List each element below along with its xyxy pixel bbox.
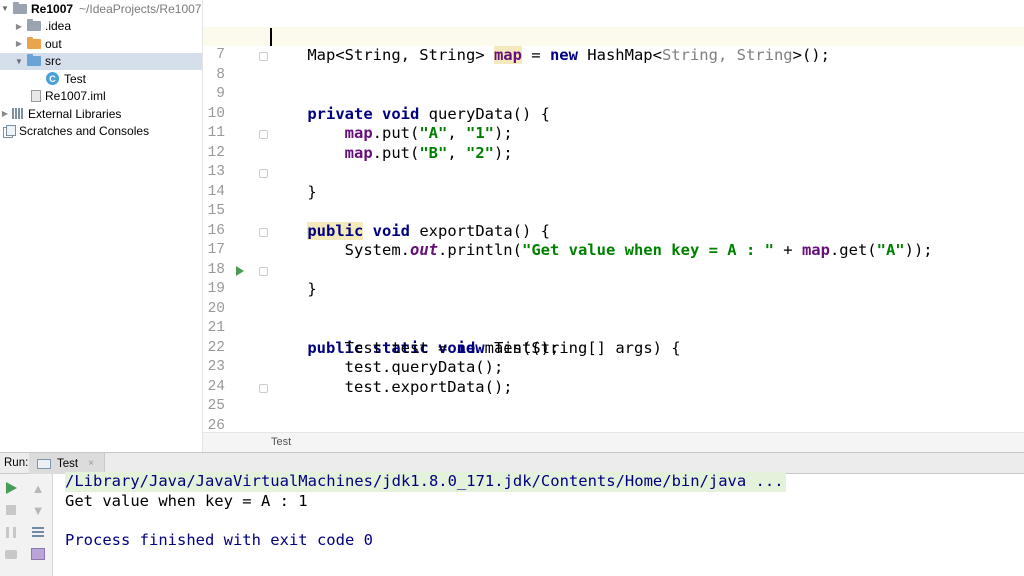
code-line[interactable]: 16 System.out.println("Get value when ke…	[203, 202, 1024, 260]
soft-wrap-button[interactable]	[29, 523, 47, 541]
code-line[interactable]: 12 }	[203, 124, 1024, 201]
scroll-up-button[interactable]: ▲	[29, 479, 47, 497]
arrow-up-icon: ▲	[31, 480, 45, 496]
code-line[interactable]: 9	[203, 66, 1024, 102]
breadcrumb-bar: Test	[203, 432, 1024, 452]
pause-icon	[6, 526, 16, 538]
console-output[interactable]: /Library/Java/JavaVirtualMachines/jdk1.8…	[53, 472, 1024, 576]
fold-icon[interactable]	[259, 227, 268, 237]
arrow-down-icon: ▼	[31, 502, 45, 518]
tree-item-label: Re1007.iml	[45, 89, 106, 104]
fold-icon[interactable]	[259, 52, 268, 61]
code-line[interactable]: 20	[203, 280, 1024, 317]
code-line[interactable]: 15	[203, 183, 1024, 219]
code-line[interactable]: 17 }	[203, 222, 1024, 298]
breadcrumb[interactable]: Test	[271, 436, 291, 448]
tree-item-src[interactable]: ▼ src	[0, 52, 202, 71]
code-line[interactable]: 23 test.exportData();	[203, 339, 1024, 396]
tree-item-label: out	[45, 36, 62, 51]
tree-item-idea[interactable]: ▶ .idea	[0, 18, 202, 36]
run-tab-label: Test	[57, 457, 79, 470]
code-line[interactable]: 26 }	[203, 397, 1024, 433]
collapse-arrow-icon[interactable]: ▶	[14, 39, 24, 48]
class-icon: C	[46, 72, 59, 86]
run-gutter-icon[interactable]	[236, 265, 244, 276]
tree-item-label: Re1007	[31, 1, 74, 16]
tree-item-label: Scratches and Consoles	[19, 124, 150, 139]
fold-icon[interactable]	[259, 383, 268, 393]
code-line[interactable]: 10 map.put("A", "1");	[203, 85, 1024, 143]
scroll-down-button[interactable]: ▼	[29, 501, 47, 519]
pause-button[interactable]	[2, 523, 20, 541]
code-line[interactable]: 22 test.queryData();	[203, 319, 1024, 377]
code-line[interactable]: 27	[203, 417, 1024, 433]
tree-item-label: External Libraries	[28, 106, 122, 121]
soft-wrap-icon	[32, 527, 44, 537]
code-line[interactable]: 25 }	[203, 378, 1024, 414]
camera-icon	[5, 549, 17, 559]
iml-file-icon	[31, 90, 41, 103]
run-panel-header: Run: Test ×	[0, 452, 1024, 474]
code-line[interactable]: 14 public void exportData() {	[203, 163, 1024, 240]
code-line[interactable]: 21 Test test = new Test();	[203, 300, 1024, 357]
console-exit-line: Process finished with exit code 0	[65, 530, 373, 549]
expand-arrow-icon[interactable]: ▼	[14, 57, 24, 66]
code-line[interactable]: 19 public static void main(String[] args…	[203, 261, 1024, 357]
code-line[interactable]: 8 private void queryData() {	[203, 46, 1024, 123]
console-command-line[interactable]: /Library/Java/JavaVirtualMachines/jdk1.8…	[65, 472, 786, 492]
tree-item-test[interactable]: C Test	[0, 70, 202, 88]
stop-button[interactable]	[2, 501, 20, 519]
tree-item-iml[interactable]: Re1007.iml	[0, 88, 202, 106]
scroll-to-end-icon	[31, 548, 45, 560]
text-caret	[270, 27, 272, 46]
expand-arrow-icon[interactable]: ▼	[0, 4, 10, 13]
code-line[interactable]: 24	[203, 358, 1024, 395]
folder-icon	[27, 36, 41, 49]
run-toolbar: ▲ ▼	[0, 474, 53, 576]
tree-item-label: Test	[64, 71, 87, 86]
tree-item-root[interactable]: ▼ Re1007 ~/IdeaProjects/Re1007	[0, 0, 202, 18]
project-tree: ▼ Re1007 ~/IdeaProjects/Re1007 ▶ .idea ▶…	[0, 0, 203, 452]
code-editor[interactable]: 6 Map<String, String> map = new HashMap<…	[203, 0, 1024, 432]
code-line-current[interactable]: 7	[203, 26, 1024, 63]
dump-threads-button[interactable]	[2, 545, 20, 563]
collapse-arrow-icon[interactable]: ▶	[0, 109, 10, 118]
scratches-icon	[3, 125, 16, 139]
tree-item-label: .idea	[45, 19, 72, 34]
run-panel-label: Run:	[4, 457, 29, 469]
fold-icon[interactable]	[259, 130, 268, 139]
run-icon	[5, 482, 17, 494]
code-line[interactable]: 11 map.put("B", "2");	[203, 105, 1024, 162]
folder-icon	[27, 54, 41, 67]
fold-icon[interactable]	[259, 266, 268, 276]
folder-icon	[27, 19, 41, 32]
tree-item-scratches[interactable]: Scratches and Consoles	[0, 123, 202, 141]
stop-icon	[6, 505, 16, 515]
libraries-icon	[12, 108, 24, 120]
code-line[interactable]: 18	[203, 241, 1024, 278]
console-output-line: Get value when key = A : 1	[65, 491, 308, 510]
collapse-arrow-icon[interactable]: ▶	[14, 22, 24, 31]
run-tab[interactable]: Test ×	[29, 453, 105, 474]
folder-icon	[13, 1, 27, 14]
run-config-icon	[37, 458, 51, 469]
fold-icon[interactable]	[259, 169, 268, 178]
rerun-button[interactable]	[2, 479, 20, 497]
code-line[interactable]: 13	[203, 144, 1024, 180]
project-path: ~/IdeaProjects/Re1007	[79, 1, 202, 16]
scroll-to-end-button[interactable]	[29, 545, 47, 563]
code-line[interactable]: 6 Map<String, String> map = new HashMap<…	[203, 7, 1024, 64]
tree-item-label: src	[45, 54, 61, 69]
close-icon[interactable]: ×	[88, 458, 94, 469]
tree-item-out[interactable]: ▶ out	[0, 35, 202, 53]
tree-item-external-libraries[interactable]: ▶ External Libraries	[0, 105, 202, 123]
